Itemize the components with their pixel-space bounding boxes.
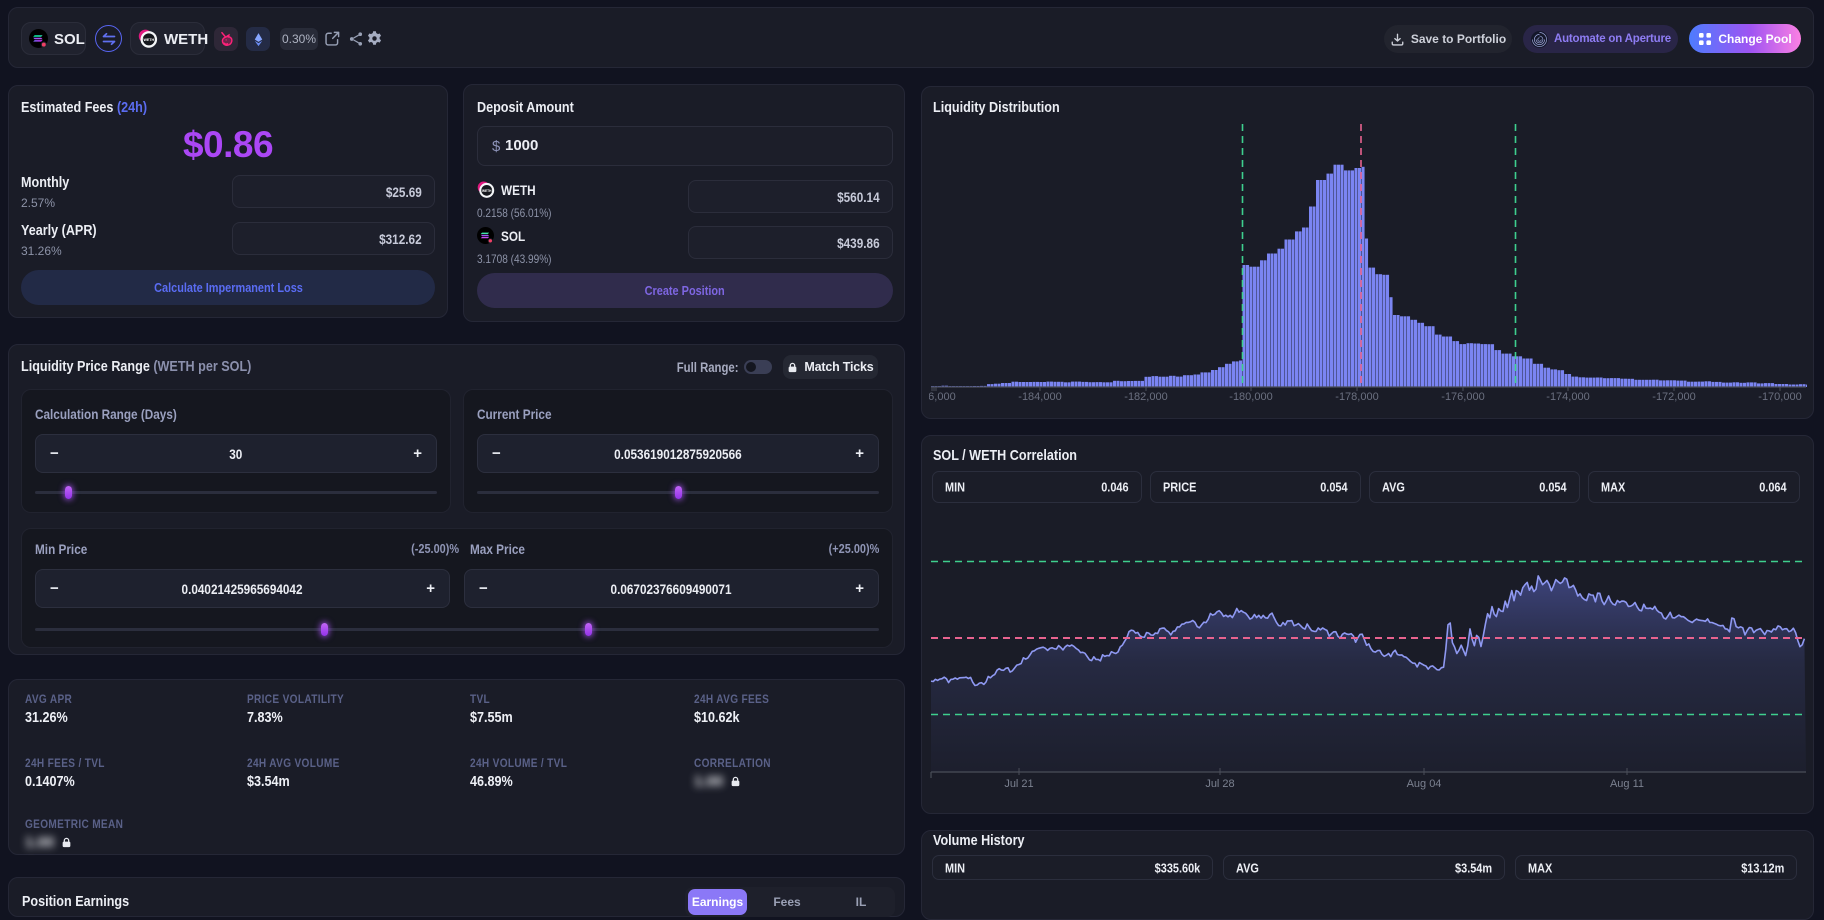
- svg-text:Jul 28: Jul 28: [1205, 778, 1234, 790]
- svg-text:Aug 11: Aug 11: [1610, 778, 1644, 790]
- svg-text:Aug 04: Aug 04: [1407, 778, 1442, 790]
- svg-text:Jul 21: Jul 21: [1004, 778, 1033, 790]
